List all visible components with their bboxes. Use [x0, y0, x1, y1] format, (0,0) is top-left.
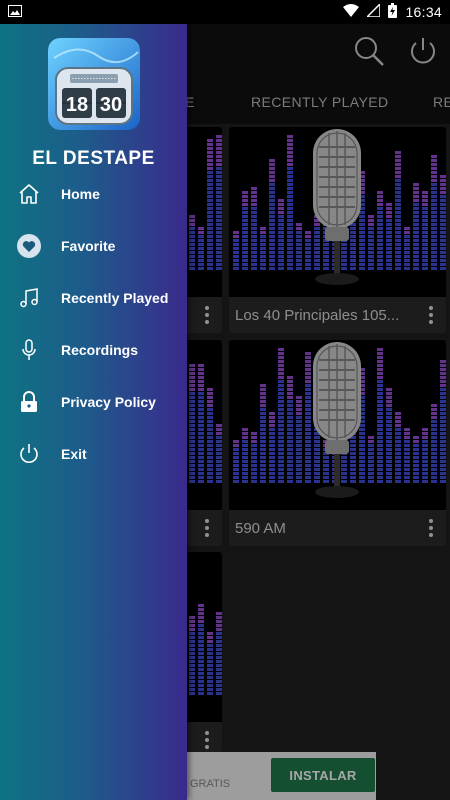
menu-item-label: Privacy Policy [61, 394, 156, 410]
logo-hour: 18 [66, 94, 88, 116]
microphone-icon [16, 337, 42, 363]
battery-charging-icon [388, 3, 398, 21]
status-time: 16:34 [405, 4, 442, 20]
logo-minute: 30 [100, 94, 122, 116]
music-note-icon [16, 285, 42, 311]
gallery-notification-icon [8, 4, 22, 20]
menu-item-favorite[interactable]: Favorite [0, 224, 187, 268]
navigation-drawer: 18 30 EL DESTAPE Home Favorite Recently … [0, 24, 187, 800]
menu-item-exit[interactable]: Exit [0, 432, 187, 476]
menu-item-label: Recordings [61, 342, 139, 358]
menu-item-home[interactable]: Home [0, 172, 187, 216]
menu-item-recordings[interactable]: Recordings [0, 328, 187, 372]
signal-icon [365, 2, 382, 20]
power-icon [16, 441, 42, 467]
drawer-title: EL DESTAPE [32, 148, 155, 169]
home-icon [16, 181, 42, 207]
menu-item-label: Home [61, 186, 100, 202]
menu-item-recently-played[interactable]: Recently Played [0, 276, 187, 320]
lock-icon [16, 389, 42, 415]
heart-icon [16, 233, 42, 259]
menu-item-label: Exit [61, 446, 87, 462]
menu-item-label: Recently Played [61, 290, 169, 306]
menu-item-privacy-policy[interactable]: Privacy Policy [0, 380, 187, 424]
wifi-icon [343, 4, 360, 20]
app-logo: 18 30 [48, 38, 140, 130]
status-bar: 16:34 [0, 0, 450, 24]
app-screen: 16:34 E RECENTLY PLAYED RE Los 40 Princi… [0, 0, 450, 800]
drawer-scrim[interactable] [187, 24, 450, 800]
menu-item-label: Favorite [61, 238, 116, 254]
